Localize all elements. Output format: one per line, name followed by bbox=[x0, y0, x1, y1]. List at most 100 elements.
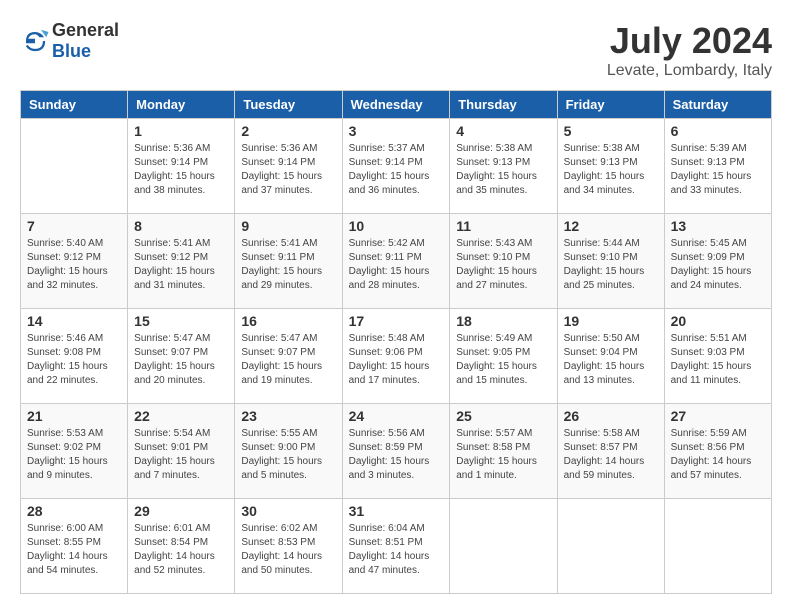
day-number: 17 bbox=[349, 313, 444, 329]
day-number: 13 bbox=[671, 218, 765, 234]
table-row: 27 Sunrise: 5:59 AMSunset: 8:56 PMDaylig… bbox=[664, 404, 771, 499]
day-number: 16 bbox=[241, 313, 335, 329]
day-number: 19 bbox=[564, 313, 658, 329]
calendar-week-1: 1 Sunrise: 5:36 AMSunset: 9:14 PMDayligh… bbox=[21, 119, 772, 214]
table-row: 6 Sunrise: 5:39 AMSunset: 9:13 PMDayligh… bbox=[664, 119, 771, 214]
table-row: 8 Sunrise: 5:41 AMSunset: 9:12 PMDayligh… bbox=[128, 214, 235, 309]
table-row: 16 Sunrise: 5:47 AMSunset: 9:07 PMDaylig… bbox=[235, 309, 342, 404]
table-row: 19 Sunrise: 5:50 AMSunset: 9:04 PMDaylig… bbox=[557, 309, 664, 404]
day-info: Sunrise: 6:02 AMSunset: 8:53 PMDaylight:… bbox=[241, 522, 335, 578]
day-number: 20 bbox=[671, 313, 765, 329]
logo-text-blue: Blue bbox=[52, 41, 91, 61]
table-row: 11 Sunrise: 5:43 AMSunset: 9:10 PMDaylig… bbox=[450, 214, 557, 309]
col-thursday: Thursday bbox=[450, 91, 557, 119]
month-title: July 2024 bbox=[607, 20, 772, 62]
day-info: Sunrise: 6:00 AMSunset: 8:55 PMDaylight:… bbox=[27, 522, 121, 578]
page-header: General Blue July 2024 Levate, Lombardy,… bbox=[20, 20, 772, 80]
day-info: Sunrise: 5:46 AMSunset: 9:08 PMDaylight:… bbox=[27, 332, 121, 388]
table-row: 25 Sunrise: 5:57 AMSunset: 8:58 PMDaylig… bbox=[450, 404, 557, 499]
table-row: 7 Sunrise: 5:40 AMSunset: 9:12 PMDayligh… bbox=[21, 214, 128, 309]
calendar-week-4: 21 Sunrise: 5:53 AMSunset: 9:02 PMDaylig… bbox=[21, 404, 772, 499]
day-number: 28 bbox=[27, 503, 121, 519]
day-info: Sunrise: 5:36 AMSunset: 9:14 PMDaylight:… bbox=[134, 142, 228, 198]
col-monday: Monday bbox=[128, 91, 235, 119]
table-row: 2 Sunrise: 5:36 AMSunset: 9:14 PMDayligh… bbox=[235, 119, 342, 214]
table-row bbox=[664, 499, 771, 594]
day-info: Sunrise: 5:49 AMSunset: 9:05 PMDaylight:… bbox=[456, 332, 550, 388]
day-info: Sunrise: 5:57 AMSunset: 8:58 PMDaylight:… bbox=[456, 427, 550, 483]
day-info: Sunrise: 5:41 AMSunset: 9:12 PMDaylight:… bbox=[134, 237, 228, 293]
day-info: Sunrise: 5:55 AMSunset: 9:00 PMDaylight:… bbox=[241, 427, 335, 483]
day-number: 5 bbox=[564, 123, 658, 139]
table-row: 15 Sunrise: 5:47 AMSunset: 9:07 PMDaylig… bbox=[128, 309, 235, 404]
day-info: Sunrise: 5:38 AMSunset: 9:13 PMDaylight:… bbox=[564, 142, 658, 198]
day-info: Sunrise: 5:48 AMSunset: 9:06 PMDaylight:… bbox=[349, 332, 444, 388]
table-row bbox=[450, 499, 557, 594]
table-row: 23 Sunrise: 5:55 AMSunset: 9:00 PMDaylig… bbox=[235, 404, 342, 499]
day-number: 21 bbox=[27, 408, 121, 424]
table-row: 9 Sunrise: 5:41 AMSunset: 9:11 PMDayligh… bbox=[235, 214, 342, 309]
day-number: 30 bbox=[241, 503, 335, 519]
day-info: Sunrise: 5:50 AMSunset: 9:04 PMDaylight:… bbox=[564, 332, 658, 388]
table-row: 4 Sunrise: 5:38 AMSunset: 9:13 PMDayligh… bbox=[450, 119, 557, 214]
col-tuesday: Tuesday bbox=[235, 91, 342, 119]
day-info: Sunrise: 5:56 AMSunset: 8:59 PMDaylight:… bbox=[349, 427, 444, 483]
table-row: 12 Sunrise: 5:44 AMSunset: 9:10 PMDaylig… bbox=[557, 214, 664, 309]
day-number: 25 bbox=[456, 408, 550, 424]
day-number: 1 bbox=[134, 123, 228, 139]
day-number: 7 bbox=[27, 218, 121, 234]
day-number: 14 bbox=[27, 313, 121, 329]
col-sunday: Sunday bbox=[21, 91, 128, 119]
day-info: Sunrise: 5:39 AMSunset: 9:13 PMDaylight:… bbox=[671, 142, 765, 198]
table-row: 3 Sunrise: 5:37 AMSunset: 9:14 PMDayligh… bbox=[342, 119, 450, 214]
logo-text-general: General bbox=[52, 20, 119, 40]
day-info: Sunrise: 5:36 AMSunset: 9:14 PMDaylight:… bbox=[241, 142, 335, 198]
calendar-week-2: 7 Sunrise: 5:40 AMSunset: 9:12 PMDayligh… bbox=[21, 214, 772, 309]
day-number: 2 bbox=[241, 123, 335, 139]
day-info: Sunrise: 5:42 AMSunset: 9:11 PMDaylight:… bbox=[349, 237, 444, 293]
day-number: 31 bbox=[349, 503, 444, 519]
day-info: Sunrise: 5:47 AMSunset: 9:07 PMDaylight:… bbox=[241, 332, 335, 388]
calendar-week-3: 14 Sunrise: 5:46 AMSunset: 9:08 PMDaylig… bbox=[21, 309, 772, 404]
day-info: Sunrise: 5:41 AMSunset: 9:11 PMDaylight:… bbox=[241, 237, 335, 293]
table-row: 29 Sunrise: 6:01 AMSunset: 8:54 PMDaylig… bbox=[128, 499, 235, 594]
calendar-week-5: 28 Sunrise: 6:00 AMSunset: 8:55 PMDaylig… bbox=[21, 499, 772, 594]
table-row: 13 Sunrise: 5:45 AMSunset: 9:09 PMDaylig… bbox=[664, 214, 771, 309]
table-row: 31 Sunrise: 6:04 AMSunset: 8:51 PMDaylig… bbox=[342, 499, 450, 594]
day-number: 8 bbox=[134, 218, 228, 234]
day-info: Sunrise: 5:38 AMSunset: 9:13 PMDaylight:… bbox=[456, 142, 550, 198]
day-number: 9 bbox=[241, 218, 335, 234]
day-number: 15 bbox=[134, 313, 228, 329]
day-number: 22 bbox=[134, 408, 228, 424]
table-row: 18 Sunrise: 5:49 AMSunset: 9:05 PMDaylig… bbox=[450, 309, 557, 404]
table-row: 1 Sunrise: 5:36 AMSunset: 9:14 PMDayligh… bbox=[128, 119, 235, 214]
day-number: 6 bbox=[671, 123, 765, 139]
day-number: 24 bbox=[349, 408, 444, 424]
day-number: 26 bbox=[564, 408, 658, 424]
day-info: Sunrise: 6:04 AMSunset: 8:51 PMDaylight:… bbox=[349, 522, 444, 578]
day-info: Sunrise: 5:47 AMSunset: 9:07 PMDaylight:… bbox=[134, 332, 228, 388]
day-info: Sunrise: 5:53 AMSunset: 9:02 PMDaylight:… bbox=[27, 427, 121, 483]
day-number: 12 bbox=[564, 218, 658, 234]
day-number: 18 bbox=[456, 313, 550, 329]
table-row: 30 Sunrise: 6:02 AMSunset: 8:53 PMDaylig… bbox=[235, 499, 342, 594]
day-number: 4 bbox=[456, 123, 550, 139]
day-info: Sunrise: 5:59 AMSunset: 8:56 PMDaylight:… bbox=[671, 427, 765, 483]
location-title: Levate, Lombardy, Italy bbox=[607, 62, 772, 80]
day-number: 10 bbox=[349, 218, 444, 234]
calendar-table: Sunday Monday Tuesday Wednesday Thursday… bbox=[20, 90, 772, 594]
day-info: Sunrise: 5:58 AMSunset: 8:57 PMDaylight:… bbox=[564, 427, 658, 483]
day-number: 29 bbox=[134, 503, 228, 519]
calendar-header-row: Sunday Monday Tuesday Wednesday Thursday… bbox=[21, 91, 772, 119]
table-row: 20 Sunrise: 5:51 AMSunset: 9:03 PMDaylig… bbox=[664, 309, 771, 404]
table-row bbox=[557, 499, 664, 594]
day-number: 27 bbox=[671, 408, 765, 424]
title-block: July 2024 Levate, Lombardy, Italy bbox=[607, 20, 772, 80]
day-info: Sunrise: 5:45 AMSunset: 9:09 PMDaylight:… bbox=[671, 237, 765, 293]
table-row: 28 Sunrise: 6:00 AMSunset: 8:55 PMDaylig… bbox=[21, 499, 128, 594]
table-row: 5 Sunrise: 5:38 AMSunset: 9:13 PMDayligh… bbox=[557, 119, 664, 214]
day-info: Sunrise: 5:54 AMSunset: 9:01 PMDaylight:… bbox=[134, 427, 228, 483]
day-info: Sunrise: 6:01 AMSunset: 8:54 PMDaylight:… bbox=[134, 522, 228, 578]
table-row: 24 Sunrise: 5:56 AMSunset: 8:59 PMDaylig… bbox=[342, 404, 450, 499]
table-row: 10 Sunrise: 5:42 AMSunset: 9:11 PMDaylig… bbox=[342, 214, 450, 309]
